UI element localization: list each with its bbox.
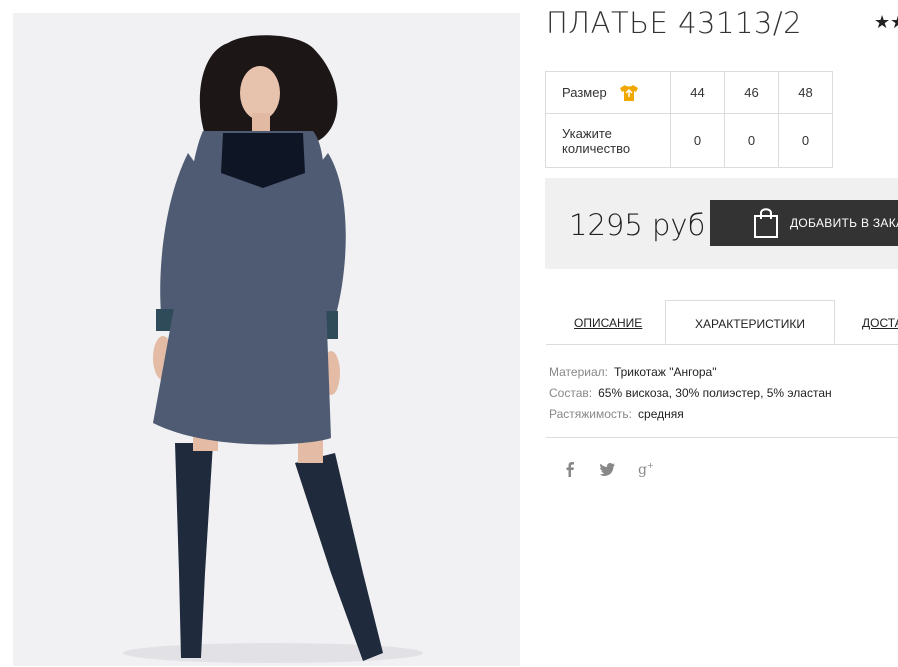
svg-text:g: g [638,462,647,478]
characteristics-list: Материал: Трикотаж "Ангора" Состав: 65% ви… [549,362,832,425]
quantity-row: Укажите количество 0 0 0 [545,113,833,168]
google-plus-icon[interactable]: g + [637,460,655,478]
spec-key: Состав: [549,386,593,400]
rating-stars[interactable]: ★★ [874,12,898,33]
size-44: 44 [670,71,725,114]
quantity-input-48[interactable]: 0 [778,113,833,168]
purchase-panel: 1295 руб ДОБАВИТЬ В ЗАКАЗ [545,178,898,269]
size-quantity-table: Размер 44 46 48 Укажите количество 0 0 0 [545,71,833,168]
spec-material: Материал: Трикотаж "Ангора" [549,362,832,383]
tab-delivery[interactable]: ДОСТАВКА [862,300,898,344]
product-title: ПЛАТЬЕ 43113/2 [546,6,803,40]
spec-key: Материал: [549,365,608,379]
product-tabs: ОПИСАНИЕ ХАРАКТЕРИСТИКИ ДОСТАВКА [546,300,898,345]
size-label-cell: Размер [545,71,671,114]
quantity-label: Укажите количество [545,113,671,168]
dress-model-image [13,13,520,666]
product-photo[interactable] [13,13,520,666]
tab-characteristics[interactable]: ХАРАКТЕРИСТИКИ [665,300,835,344]
size-48: 48 [778,71,833,114]
spec-composition: Состав: 65% вискоза, 30% полиэстер, 5% эл… [549,383,832,404]
spec-value: Трикотаж "Ангора" [613,365,717,379]
divider [546,437,898,438]
quantity-input-46[interactable]: 0 [724,113,779,168]
add-to-order-label: ДОБАВИТЬ В ЗАКАЗ [790,216,898,230]
size-row: Размер 44 46 48 [545,71,833,114]
facebook-icon[interactable] [561,460,579,478]
spec-value: средняя [638,407,684,421]
tshirt-icon[interactable] [619,84,639,102]
add-to-order-button[interactable]: ДОБАВИТЬ В ЗАКАЗ [710,200,898,246]
size-46: 46 [724,71,779,114]
quantity-input-44[interactable]: 0 [670,113,725,168]
tab-description[interactable]: ОПИСАНИЕ [574,300,642,344]
social-share: g + [561,460,655,478]
size-label: Размер [562,85,607,100]
svg-text:+: + [647,461,654,470]
spec-stretch: Растяжимость: средняя [549,404,832,425]
spec-key: Растяжимость: [549,407,633,421]
spec-value: 65% вискоза, 30% полиэстер, 5% эластан [598,386,832,400]
twitter-icon[interactable] [599,460,617,478]
price: 1295 руб [569,208,706,242]
shopping-bag-icon [754,208,778,238]
